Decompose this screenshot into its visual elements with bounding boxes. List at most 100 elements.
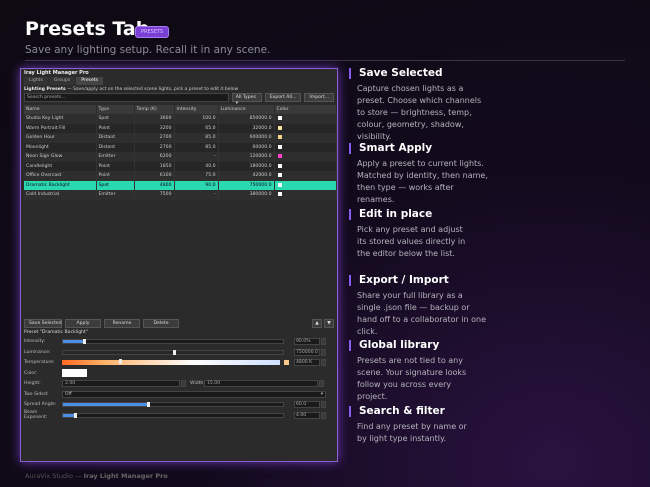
spread-angle-stepper[interactable] [321,401,326,409]
cell-color [274,171,337,181]
beam-exponent-knob[interactable] [74,412,77,418]
table-row[interactable]: Neon Sign Glow Emitter 6200-120000.0 [24,152,337,162]
feature-title: Export / Import [349,275,639,286]
table-row[interactable]: Cold Industrial Emitter 7500-380000.0 [24,190,337,200]
temperature-value[interactable]: 4800 K [294,359,320,367]
table-row[interactable]: Golden Hour Distant 2700 85.0 600000.0 [24,133,337,143]
table-empty-area [24,199,336,318]
export-all-button[interactable]: Export All... [264,93,302,102]
temperature-row: Temperature: 4800 K [21,358,337,369]
luminance-slider-knob[interactable] [173,349,176,355]
spread-angle-fill [63,403,147,407]
spread-angle-value[interactable]: 60.0 [294,401,320,409]
luminance-stepper[interactable] [321,348,326,356]
col-color[interactable]: Color [274,105,337,114]
cell-name: Golden Hour [24,133,97,143]
temperature-slider[interactable] [62,359,280,366]
intensity-stepper[interactable] [321,338,326,346]
cell-type: Emitter [96,190,135,200]
temperature-slider-knob[interactable] [118,359,122,365]
cell-color [274,133,337,143]
intensity-value[interactable]: 90.0% [294,338,320,346]
beam-exponent-slider[interactable] [62,412,284,418]
spread-angle-knob[interactable] [146,402,150,408]
page-title: Presets Tab [25,18,150,40]
table-row[interactable]: Dramatic Backlight Spot 4800 90.0 750000.0 [24,180,337,190]
height-stepper[interactable] [181,380,186,388]
save-selected-button[interactable]: Save Selected [24,319,62,328]
cell-temp: 7500 [134,190,175,200]
cell-temp: 3600 [134,114,175,124]
tab-presets[interactable]: Presets [76,77,103,85]
cell-name: Dramatic Backlight [24,180,97,190]
intensity-slider[interactable] [62,339,284,345]
feature-global-library: Global library Presets are not tied to a… [349,340,639,403]
presets-badge: PRESETS [135,26,170,38]
cell-luminance: 380000.0 [218,190,275,200]
beam-exponent-stepper[interactable] [321,411,326,419]
luminance-slider[interactable] [62,349,284,355]
feature-save-selected: Save Selected Capture chosen lights as a… [349,68,639,143]
tab-lights[interactable]: Lights [24,77,48,85]
cell-name: Studio Key Light [24,114,97,124]
col-temp[interactable]: Temp (K) [134,105,175,114]
height-field[interactable]: 2.00 [62,380,180,388]
luminance-value[interactable]: 750000.0 [294,348,320,356]
cell-type: Emitter [96,152,135,162]
spread-angle-slider[interactable] [62,402,284,408]
tab-groups[interactable]: Groups [48,77,76,85]
width-stepper[interactable] [319,380,324,388]
col-luminance[interactable]: Luminance [218,105,275,114]
cell-name: Candlelight [24,161,97,171]
delete-button[interactable]: Delete [143,319,179,328]
table-row[interactable]: Studio Key Light Spot 3600 100.0 850000.0 [24,114,337,124]
window-title: Iray Light Manager Pro [24,70,89,76]
width-field[interactable]: 15.00 [204,380,318,388]
cell-name: Cold Industrial [24,190,97,200]
feature-body: Capture chosen lights as a preset. Choos… [357,84,482,141]
cell-type: Point [96,171,135,181]
color-swatch[interactable] [62,369,87,378]
two-sided-select[interactable]: Off ▾ [62,390,326,398]
cell-luminance: 60000.0 [218,142,275,152]
beam-exponent-value[interactable]: 4.00 [294,411,320,419]
feature-search-filter: Search & filter Find any preset by name … [349,406,639,445]
cell-luminance: 750000.0 [218,180,275,190]
cell-color [274,190,337,200]
table-row[interactable]: Warm Portrait Fill Point 3200 65.0 32000.0 [24,123,337,133]
rename-button[interactable]: Rename [104,319,140,328]
table-row[interactable]: Moonlight Distant 2700 85.0 60000.0 [24,142,337,152]
table-row[interactable]: Candlelight Point 1850 40.0 180000.0 [24,161,337,171]
col-intensity[interactable]: Intensity [174,105,219,114]
cell-intensity: 85.0 [174,142,219,152]
table-row[interactable]: Office Overcast Point 6100 75.0 42000.0 [24,171,337,181]
color-swatch [277,144,282,149]
cell-type: Point [96,123,135,133]
col-type[interactable]: Type [96,105,135,114]
color-row: Color: [21,368,337,379]
luminance-label: Luminance: [24,349,51,355]
type-filter-dropdown[interactable]: All Types ▾ [231,93,262,106]
intensity-slider-knob[interactable] [82,339,86,345]
search-input[interactable]: Search presets... [24,93,229,102]
reorder-buttons: ▲ ▼ [312,319,334,328]
preset-actions: Save Selected Apply Rename Delete ▲ ▼ [21,318,337,330]
footer-brand: AuraVix Studio [25,472,73,480]
feature-body: Share your full library as a single .jso… [357,291,487,336]
move-up-button[interactable]: ▲ [312,319,322,328]
cell-luminance: 600000.0 [218,133,275,143]
cell-color [274,114,337,124]
color-swatch [277,116,282,120]
cell-type: Distant [96,133,135,143]
apply-button[interactable]: Apply [65,319,101,328]
move-down-button[interactable]: ▼ [324,319,334,328]
col-name[interactable]: Name [24,105,97,114]
size-row: Height: 2.00 Width: 15.00 [21,379,337,390]
cell-color [274,152,337,162]
feature-body: Find any preset by name or by light type… [357,422,467,443]
presets-table: Name Type Temp (K) Intensity Luminance C… [24,105,337,200]
import-button[interactable]: Import... [304,93,334,102]
presets-header-title: Lighting Presets [24,87,66,92]
temperature-stepper[interactable] [321,359,326,367]
search-row: Search presets... All Types ▾ Export All… [21,93,337,106]
